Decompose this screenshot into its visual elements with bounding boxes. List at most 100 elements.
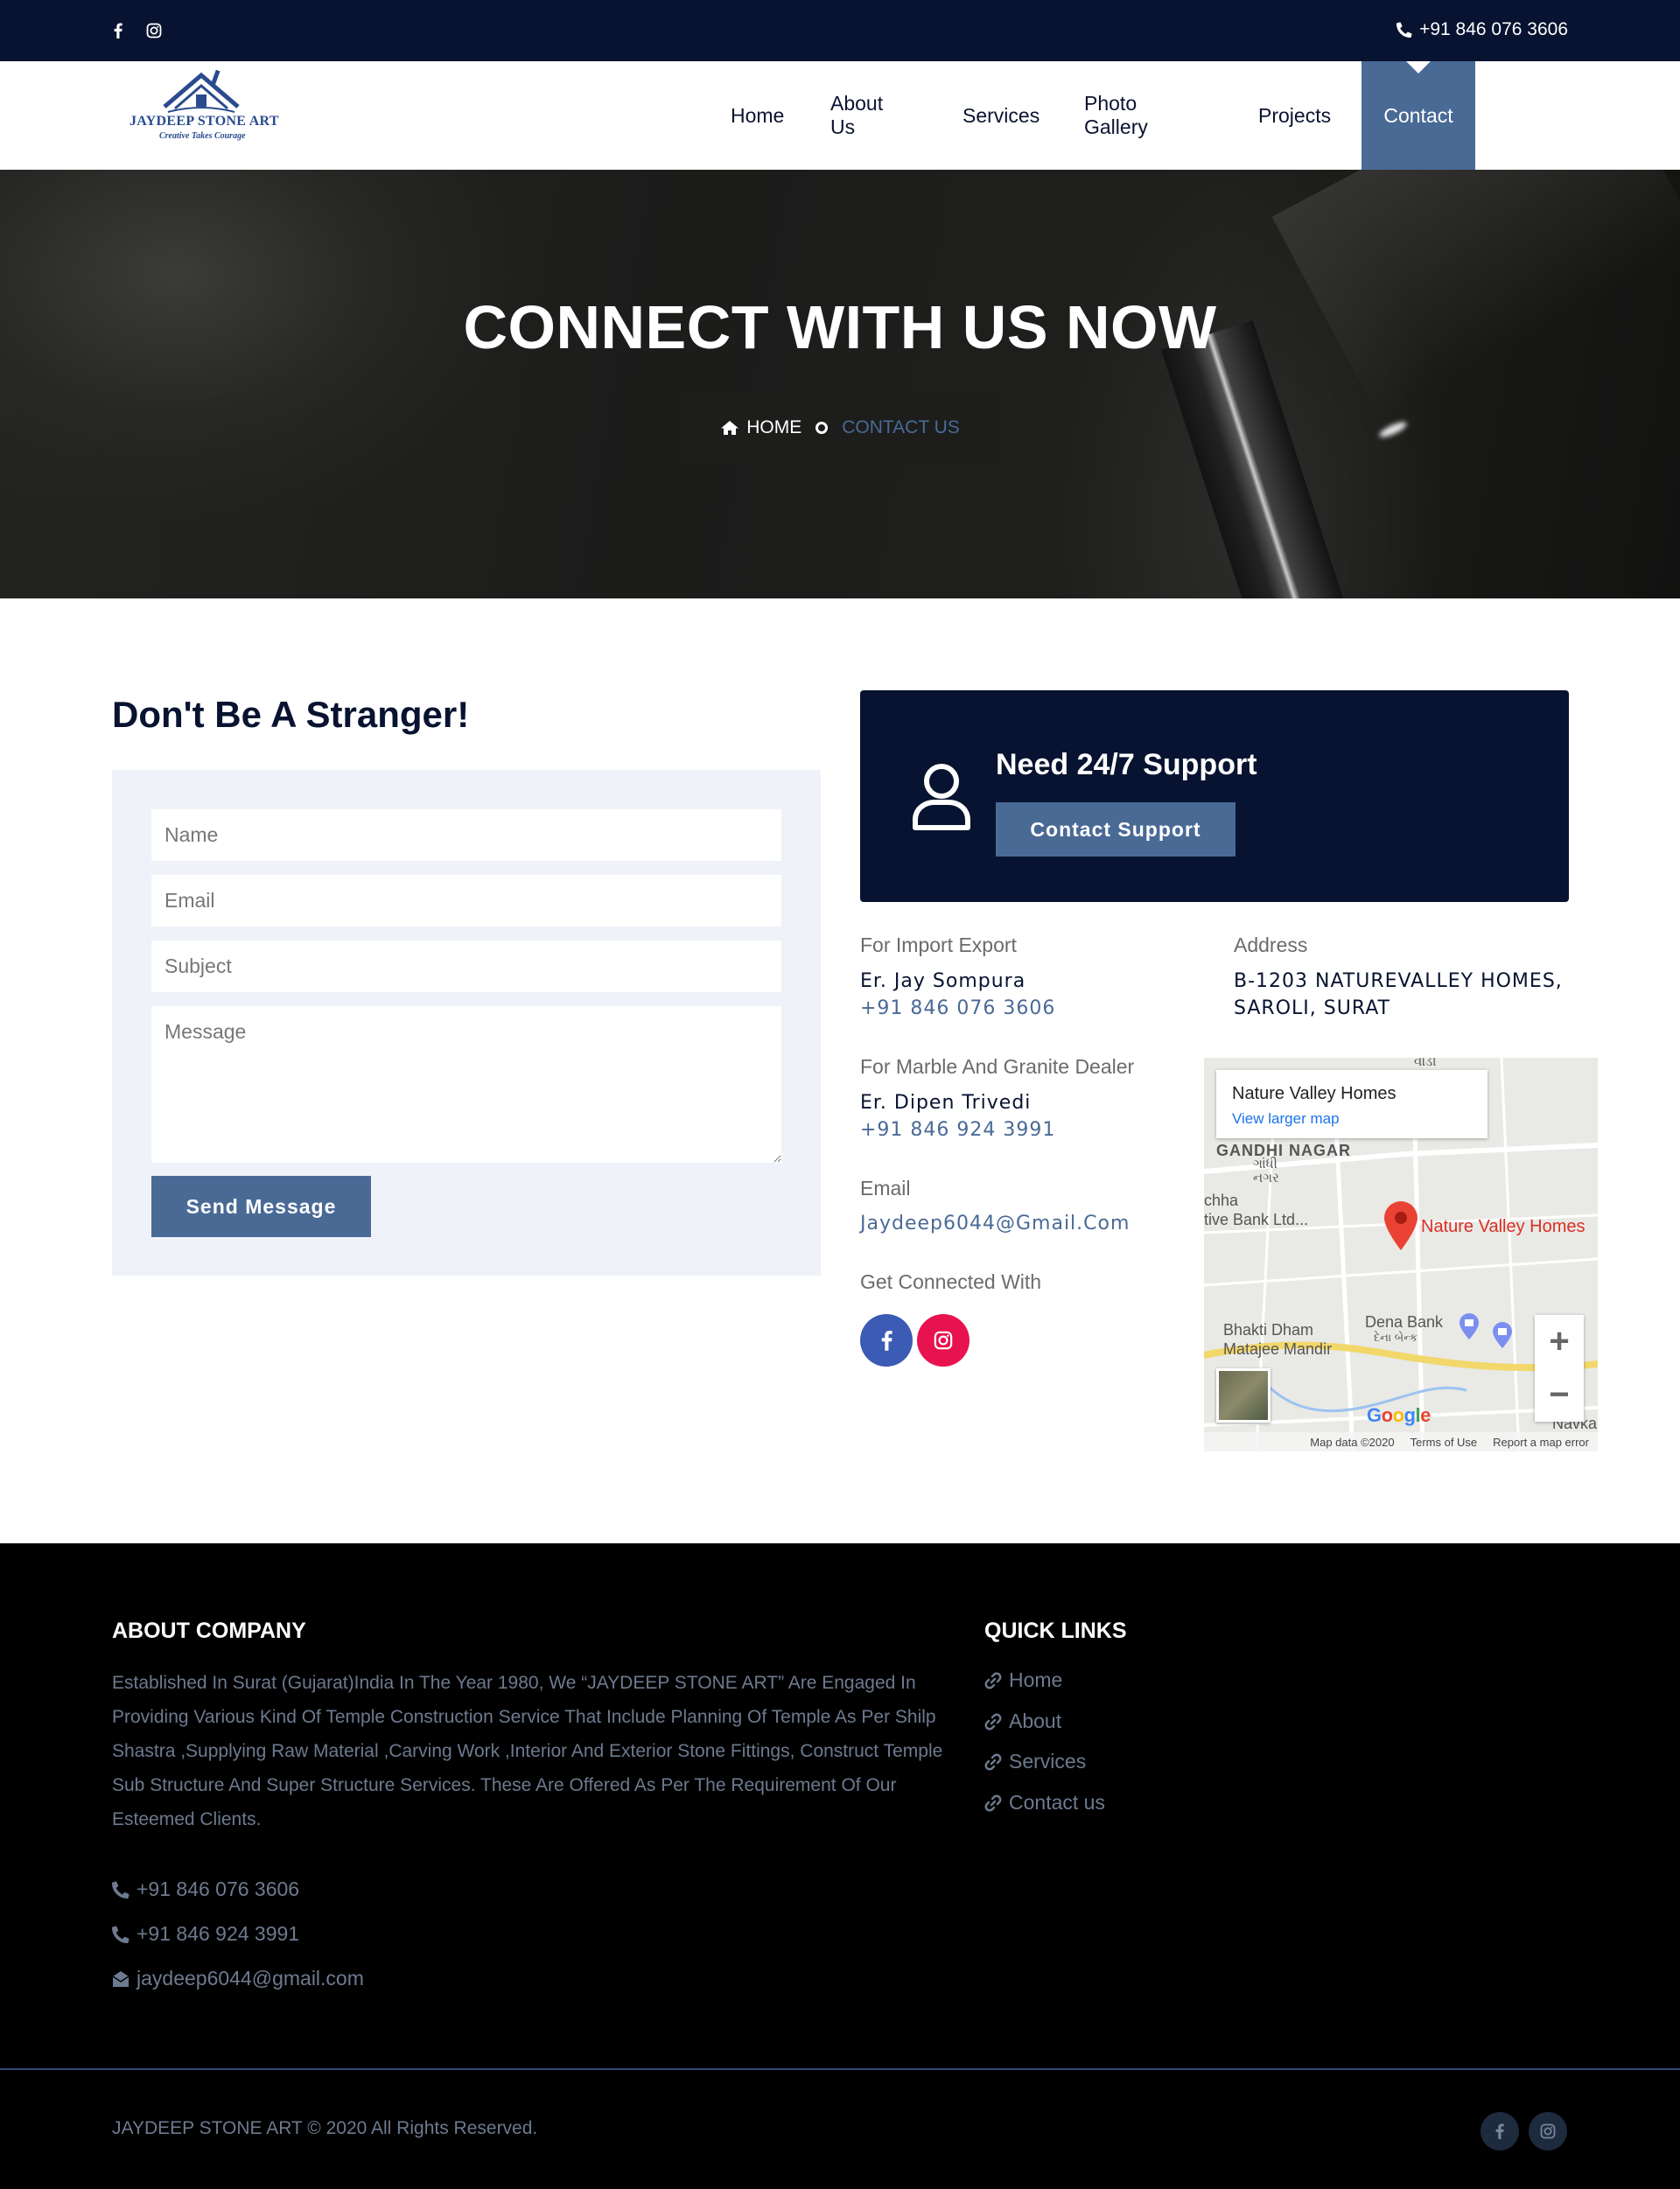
dealer-phone[interactable]: +91 846 924 3991 bbox=[860, 1119, 1055, 1141]
topbar-phone-text: +91 846 076 3606 bbox=[1419, 19, 1568, 39]
phone-icon bbox=[112, 1881, 130, 1899]
dealer-label: For Marble And Granite Dealer bbox=[860, 1055, 1135, 1078]
footer-link-services-label: Services bbox=[1009, 1750, 1087, 1773]
map-attribution: Map data ©2020 bbox=[1310, 1435, 1395, 1449]
instagram-icon bbox=[1540, 2123, 1556, 2139]
map-pin-label: Nature Valley Homes bbox=[1421, 1217, 1586, 1236]
house-logo-icon bbox=[163, 69, 240, 113]
active-indicator bbox=[1406, 61, 1431, 73]
view-larger-map-link[interactable]: View larger map bbox=[1232, 1110, 1340, 1128]
zoom-in-button[interactable]: + bbox=[1535, 1315, 1584, 1368]
facebook-button[interactable] bbox=[860, 1314, 913, 1367]
name-input[interactable] bbox=[151, 809, 781, 861]
hero-banner: CONNECT WITH US NOW HOME CONTACT US bbox=[0, 170, 1680, 598]
map-info-card: Nature Valley Homes View larger map bbox=[1216, 1070, 1488, 1138]
google-logo: Google bbox=[1367, 1404, 1431, 1426]
contact-support-button[interactable]: Contact Support bbox=[996, 802, 1236, 857]
phone-icon bbox=[112, 1926, 130, 1943]
satellite-toggle[interactable] bbox=[1216, 1368, 1270, 1423]
user-icon bbox=[913, 764, 970, 830]
instagram-icon[interactable] bbox=[144, 21, 164, 40]
import-export-label: For Import Export bbox=[860, 934, 1017, 956]
form-heading: Don't Be A Stranger! bbox=[112, 694, 470, 735]
breadcrumb: HOME CONTACT US bbox=[681, 392, 999, 464]
instagram-button[interactable] bbox=[917, 1314, 970, 1367]
nav-services[interactable]: Services bbox=[962, 61, 1040, 170]
facebook-icon bbox=[1495, 2123, 1504, 2139]
instagram-icon bbox=[934, 1331, 953, 1350]
footer-phone-2[interactable]: +91 846 924 3991 bbox=[112, 1922, 299, 1946]
address-line-2: SAROLI, SURAT bbox=[1234, 997, 1390, 1019]
map-footer: Map data ©2020 Terms of Use Report a map… bbox=[1204, 1432, 1598, 1451]
map-label-area-local: ગાંધી નગર bbox=[1253, 1157, 1279, 1185]
map-zoom-controls: + − bbox=[1535, 1315, 1584, 1422]
import-export-name: Er. Jay Sompura bbox=[860, 970, 1026, 992]
email-label: Email bbox=[860, 1177, 911, 1199]
map-place-title: Nature Valley Homes bbox=[1232, 1084, 1396, 1103]
support-card: Need 24/7 Support Contact Support bbox=[860, 690, 1569, 902]
location-pin-icon bbox=[1384, 1201, 1418, 1250]
map-label-temple: Bhakti Dham Matajee Mandir bbox=[1223, 1321, 1333, 1358]
footer-instagram-button[interactable] bbox=[1529, 2112, 1567, 2151]
phone-icon bbox=[1396, 22, 1412, 38]
footer-phone-1-text: +91 846 076 3606 bbox=[136, 1878, 300, 1900]
email-input[interactable] bbox=[151, 875, 781, 927]
logo[interactable]: JAYDEEP STONE ART Creative Takes Courage bbox=[122, 63, 280, 159]
facebook-icon bbox=[881, 1330, 892, 1351]
page: +91 846 076 3606 JAYDEEP STONE ART Creat… bbox=[0, 0, 1680, 2189]
breadcrumb-home[interactable]: HOME bbox=[720, 417, 802, 438]
map-label-area: GANDHI NAGAR bbox=[1216, 1142, 1351, 1159]
bank-marker-icon-2 bbox=[1493, 1322, 1512, 1348]
footer-link-contact-label: Contact us bbox=[1009, 1791, 1105, 1814]
bank-marker-icon bbox=[1460, 1313, 1479, 1339]
contact-form: Send Message bbox=[112, 770, 821, 1276]
footer-phone-1[interactable]: +91 846 076 3606 bbox=[112, 1878, 299, 1901]
footer: ABOUT COMPANY Established In Surat (Guja… bbox=[0, 1543, 1680, 2189]
logo-tagline: Creative Takes Courage bbox=[159, 131, 246, 141]
link-icon bbox=[984, 1672, 1002, 1689]
footer-link-about-label: About bbox=[1009, 1710, 1062, 1732]
nav-home[interactable]: Home bbox=[731, 61, 784, 170]
footer-link-contact[interactable]: Contact us bbox=[984, 1791, 1105, 1815]
dealer-name: Er. Dipen Trivedi bbox=[860, 1092, 1032, 1114]
footer-email[interactable]: jaydeep6044@gmail.com bbox=[112, 1967, 364, 1990]
footer-email-text: jaydeep6044@gmail.com bbox=[136, 1967, 364, 1990]
nav-projects[interactable]: Projects bbox=[1258, 61, 1331, 170]
copyright: JAYDEEP STONE ART © 2020 All Rights Rese… bbox=[112, 2118, 538, 2138]
link-icon bbox=[984, 1753, 1002, 1770]
footer-facebook-button[interactable] bbox=[1480, 2112, 1519, 2151]
map-label-top: વાડી bbox=[1414, 1058, 1437, 1069]
address-line-1: B-1203 NATUREVALLEY HOMES, bbox=[1234, 970, 1563, 992]
footer-link-services[interactable]: Services bbox=[984, 1750, 1086, 1773]
map-label-bank-local: દેના બેન્ક bbox=[1374, 1331, 1418, 1344]
footer-link-home-label: Home bbox=[1009, 1668, 1063, 1691]
map-report-link[interactable]: Report a map error bbox=[1493, 1436, 1589, 1449]
breadcrumb-separator-icon bbox=[816, 422, 829, 434]
footer-phone-2-text: +91 846 924 3991 bbox=[136, 1922, 300, 1945]
facebook-icon[interactable] bbox=[108, 21, 128, 40]
footer-link-about[interactable]: About bbox=[984, 1710, 1061, 1733]
footer-link-home[interactable]: Home bbox=[984, 1668, 1062, 1692]
subject-input[interactable] bbox=[151, 941, 781, 992]
zoom-out-button[interactable]: − bbox=[1535, 1368, 1584, 1422]
nav-contact[interactable]: Contact bbox=[1362, 61, 1475, 170]
about-company-heading: ABOUT COMPANY bbox=[112, 1619, 306, 1643]
import-export-phone[interactable]: +91 846 076 3606 bbox=[860, 997, 1055, 1019]
topbar-phone[interactable]: +91 846 076 3606 bbox=[1396, 19, 1568, 40]
logo-name: JAYDEEP STONE ART bbox=[130, 114, 279, 129]
message-textarea[interactable] bbox=[151, 1006, 781, 1163]
quick-links-heading: QUICK LINKS bbox=[984, 1619, 1127, 1643]
send-message-button[interactable]: Send Message bbox=[151, 1176, 371, 1237]
embedded-map[interactable]: વાડી GANDHI NAGAR ગાંધી નગર chha tive Ba… bbox=[1204, 1058, 1598, 1451]
nav-about-us[interactable]: About Us bbox=[830, 61, 883, 170]
map-terms-link[interactable]: Terms of Use bbox=[1410, 1436, 1478, 1449]
connected-label: Get Connected With bbox=[860, 1270, 1042, 1293]
nav-photo-gallery[interactable]: Photo Gallery bbox=[1084, 61, 1148, 170]
map-label-bank: Dena Bank bbox=[1365, 1313, 1444, 1331]
hero-title: CONNECT WITH US NOW bbox=[463, 293, 1217, 361]
address-label: Address bbox=[1234, 934, 1308, 956]
breadcrumb-current: CONTACT US bbox=[842, 417, 960, 437]
link-icon bbox=[984, 1794, 1002, 1811]
footer-divider bbox=[0, 2068, 1680, 2070]
email-link[interactable]: Jaydeep6044@Gmail.Com bbox=[860, 1213, 1130, 1234]
